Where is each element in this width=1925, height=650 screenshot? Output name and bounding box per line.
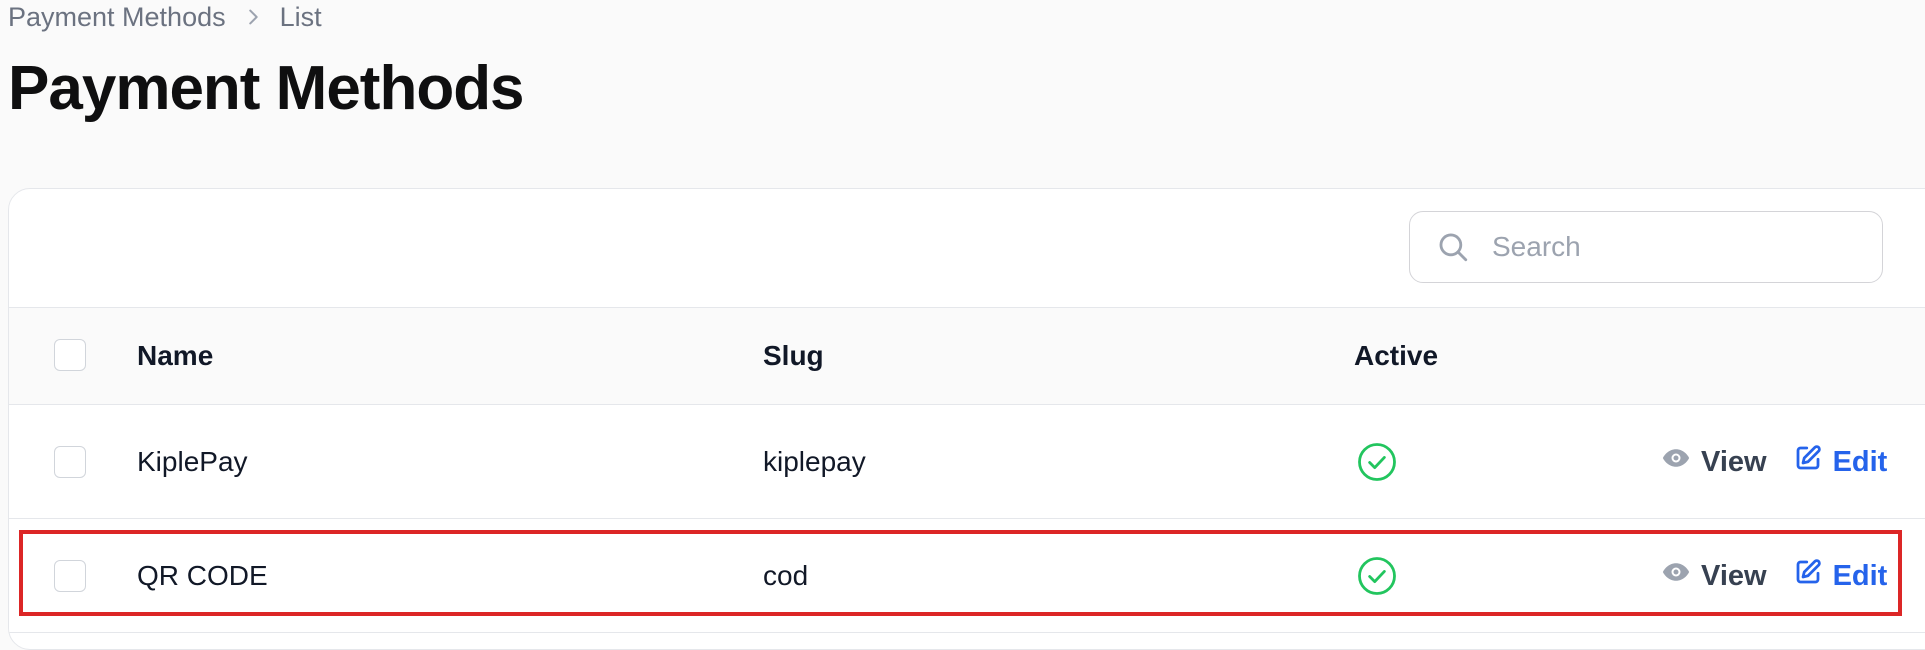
- search-field[interactable]: [1409, 211, 1883, 283]
- row-slug: kiplepay: [763, 446, 866, 477]
- eye-icon: [1661, 557, 1691, 595]
- table-row[interactable]: QR CODE cod View Edit: [9, 519, 1925, 633]
- column-header-name[interactable]: Name: [137, 340, 213, 372]
- eye-icon: [1661, 443, 1691, 481]
- edit-button-label: Edit: [1832, 559, 1888, 592]
- table-row[interactable]: KiplePay kiplepay View Edit: [9, 405, 1925, 519]
- pencil-square-icon: [1793, 443, 1823, 481]
- row-name: KiplePay: [137, 446, 248, 477]
- column-header-active[interactable]: Active: [1354, 340, 1438, 372]
- row-actions: View Edit: [1661, 557, 1887, 595]
- row-actions: View Edit: [1661, 443, 1887, 481]
- table-panel: Name Slug Active KiplePay kiplepay View …: [8, 188, 1925, 650]
- column-header-slug[interactable]: Slug: [763, 340, 824, 372]
- breadcrumb-item-payment-methods[interactable]: Payment Methods: [8, 2, 226, 33]
- view-button[interactable]: View: [1661, 443, 1767, 481]
- check-circle-icon: [1356, 555, 1398, 597]
- search-icon: [1436, 230, 1470, 264]
- row-slug: cod: [763, 560, 809, 591]
- row-checkbox[interactable]: [54, 560, 86, 592]
- pencil-square-icon: [1793, 557, 1823, 595]
- view-button-label: View: [1701, 445, 1767, 478]
- edit-button[interactable]: Edit: [1793, 557, 1888, 595]
- check-circle-icon: [1356, 441, 1398, 483]
- view-button-label: View: [1701, 559, 1767, 592]
- table-header: Name Slug Active: [9, 307, 1925, 405]
- row-name: QR CODE: [137, 560, 268, 591]
- search-input[interactable]: [1490, 230, 1854, 264]
- chevron-right-icon: [242, 6, 264, 28]
- edit-button[interactable]: Edit: [1793, 443, 1888, 481]
- row-checkbox[interactable]: [54, 446, 86, 478]
- select-all-checkbox[interactable]: [54, 339, 86, 371]
- view-button[interactable]: View: [1661, 557, 1767, 595]
- breadcrumb-item-list: List: [279, 1, 322, 32]
- breadcrumb: Payment Methods List: [8, 0, 322, 34]
- page-title: Payment Methods: [8, 54, 525, 123]
- edit-button-label: Edit: [1832, 445, 1888, 478]
